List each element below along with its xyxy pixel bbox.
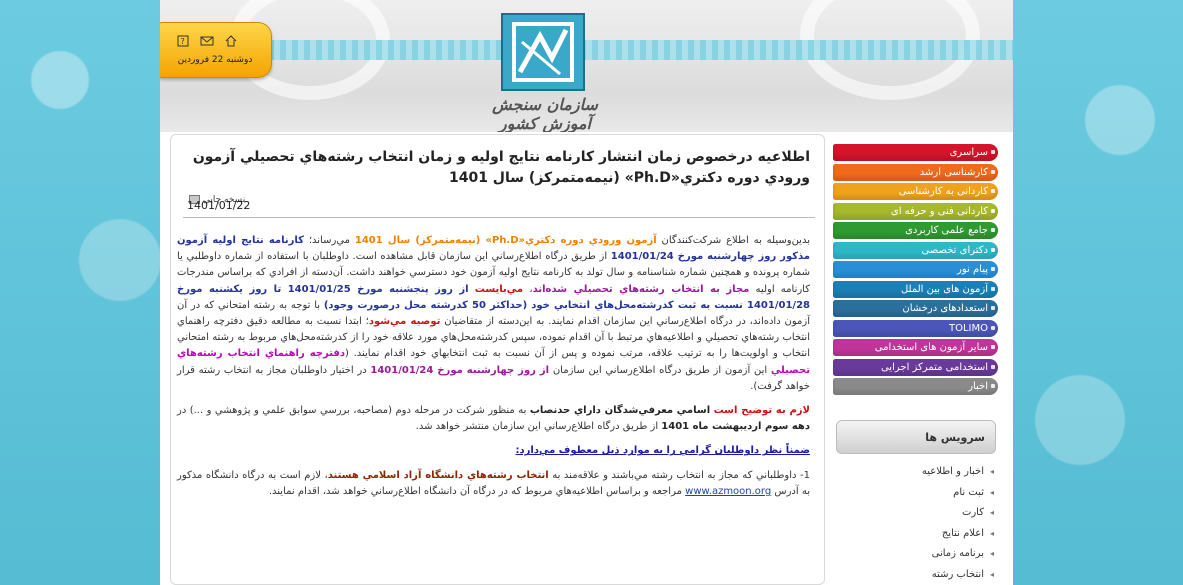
text: ،: [523, 283, 533, 295]
paragraph: لازم به توضيح است اسامي معرفي‌شدگان دارا…: [177, 403, 810, 435]
text: بدين‌وسيله به اطلاع شركت‌كنندگان: [656, 235, 811, 246]
text: توصيه مي‌شود: [368, 316, 441, 328]
menu-item[interactable]: استعدادهای درخشان: [833, 300, 998, 317]
paragraph: 1- داوطلباني كه مجاز به انتخاب رشته مي‌ب…: [177, 468, 810, 500]
menu-item[interactable]: دکترای تخصصی: [833, 241, 998, 259]
menu-item[interactable]: کاردانی فنی و حرفه ای: [833, 202, 998, 220]
text: مي‌رساند؛: [303, 235, 355, 246]
text: لازم به توضيح است: [713, 405, 811, 417]
header-band: [160, 40, 1013, 60]
main-menu: سراسری کارشناسی ارشد کاردانی به کارشناسی کا…: [833, 144, 998, 398]
logo-caption: سازمان سنجش آموزش کشور: [492, 95, 598, 132]
text: مجاز به انتخاب رشته‌هاي تحصيلي شده‌اند: [532, 283, 750, 295]
paragraph: ضمناً نظر داوطلبان گرامي را به موارد ذيل…: [177, 443, 811, 459]
menu-item[interactable]: TOLIMO: [833, 319, 998, 337]
mail-icon[interactable]: [200, 35, 214, 49]
text: دهه سوم ارديبهشت ماه 1401: [661, 421, 810, 433]
service-link[interactable]: اعلام نتایج: [836, 524, 996, 545]
menu-item[interactable]: استخدامی متمرکز اجرایی: [833, 358, 998, 376]
menu-item[interactable]: آزمون های بین الملل: [833, 280, 998, 298]
services-box: سرویس ها اخبار و اطلاعیهثبت نامکارتاعلام…: [836, 420, 996, 585]
service-link[interactable]: برنامه زمانی: [836, 544, 996, 565]
article-date: 1401/01/22: [187, 199, 251, 212]
date-badge: ? دوشنبه 22 فروردین: [160, 22, 272, 78]
text: اسامي معرفي‌شدگان داراي حدنصاب: [529, 405, 711, 417]
site-logo[interactable]: [500, 12, 586, 92]
help-icon[interactable]: ?: [177, 35, 189, 49]
menu-item[interactable]: سایر آزمون های استخدامی: [833, 339, 998, 356]
article-panel: اطلاعیه درخصوص زمان انتشار کارنامه نتايج…: [170, 134, 825, 585]
menu-item[interactable]: کاردانی به کارشناسی: [833, 183, 998, 200]
menu-item[interactable]: کارشناسی ارشد: [833, 163, 998, 181]
text: اين آزمون از طريق درگاه اطلاع‌رساني اين …: [549, 364, 771, 376]
article-title: اطلاعیه درخصوص زمان انتشار کارنامه نتايج…: [192, 149, 810, 186]
text: مراجعه و براساس اطلاعيه‌هاي مربوط كه در …: [268, 485, 686, 497]
text: انتخاب رشته‌هاي دانشگاه آزاد اسلامي هستن…: [327, 469, 549, 481]
services-list: اخبار و اطلاعیهثبت نامکارتاعلام نتایجبرن…: [836, 462, 996, 585]
menu-item[interactable]: جامع علمی کاربردی: [833, 222, 998, 239]
menu-item[interactable]: پیام نور: [833, 261, 998, 278]
divider: [183, 217, 815, 218]
service-link[interactable]: ثبت نام: [836, 483, 996, 504]
text: ضمناً نظر داوطلبان گرامي را به موارد ذيل…: [515, 445, 811, 457]
article-body: بدين‌وسيله به اطلاع شركت‌كنندگان آزمون و…: [177, 233, 810, 508]
service-link[interactable]: انتخاب رشته: [836, 565, 996, 585]
text: مي‌بايست: [474, 283, 524, 295]
service-link[interactable]: کارت: [836, 503, 996, 524]
home-icon[interactable]: [225, 35, 237, 49]
svg-text:?: ?: [181, 37, 185, 46]
text: آزمون ورودي دوره دكتري«Ph.D» (نيمه‌متمرك…: [354, 235, 657, 246]
menu-item[interactable]: اخبار: [833, 378, 998, 395]
current-date: دوشنبه 22 فروردین: [177, 55, 253, 65]
text: به منظور شركت در مرحله دوم (مصاحبه، بررس…: [177, 405, 530, 417]
site-header: سازمان سنجش آموزش کشور ? دوشنبه 22 فرورد…: [160, 0, 1013, 132]
service-link[interactable]: اخبار و اطلاعیه: [836, 462, 996, 483]
paragraph: بدين‌وسيله به اطلاع شركت‌كنندگان آزمون و…: [177, 233, 810, 395]
services-title: سرویس ها: [836, 420, 996, 454]
text: 1- داوطلباني كه مجاز به انتخاب رشته مي‌ب…: [548, 469, 810, 481]
page: سازمان سنجش آموزش کشور ? دوشنبه 22 فرورد…: [160, 0, 1013, 585]
azmoon-link[interactable]: www.azmoon.org: [685, 486, 771, 497]
menu-item[interactable]: سراسری: [833, 144, 998, 161]
text: از روز چهارشنبه مورخ 1401/01/24: [370, 364, 550, 376]
text: از طريق درگاه اطلاع‌رساني اين سازمان منت…: [415, 421, 662, 433]
